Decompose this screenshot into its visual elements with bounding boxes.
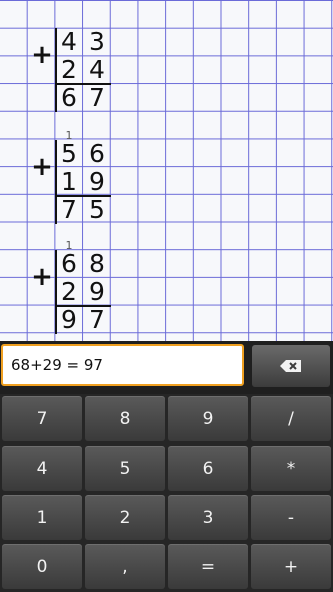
top-digit: 4 (61, 27, 77, 56)
sum-line (55, 195, 111, 197)
key-digit-2-button[interactable]: 2 (85, 495, 165, 540)
column-divider (55, 140, 57, 224)
column-divider (55, 250, 57, 334)
bottom-digit: 2 (61, 277, 77, 306)
top-digit: 8 (89, 249, 105, 278)
result-digit: 7 (89, 83, 105, 112)
key-digit-6-button[interactable]: 6 (168, 446, 248, 491)
expression-input[interactable]: 68+29 = 97 (1, 344, 244, 386)
backspace-icon (280, 360, 301, 372)
key-digit-3-button[interactable]: 3 (168, 495, 248, 540)
operator-sign: + (31, 262, 53, 292)
result-digit: 6 (61, 83, 77, 112)
top-digit: 3 (89, 27, 105, 56)
operator-sign: + (31, 40, 53, 70)
key-digit-0-button[interactable]: 0 (2, 544, 82, 589)
result-digit: 5 (89, 195, 105, 224)
input-bar: 68+29 = 97 (0, 341, 333, 394)
result-digit: 7 (61, 195, 77, 224)
bottom-digit: 9 (89, 167, 105, 196)
key-multiply-button[interactable]: * (251, 446, 331, 491)
backspace-button[interactable] (252, 345, 330, 387)
key-comma-button[interactable]: , (85, 544, 165, 589)
worksheet-grid: 4 3 2 4 6 7 +1 5 6 1 9 7 5 +1 6 8 2 9 9 7 + (0, 0, 333, 341)
key-digit-8-button[interactable]: 8 (85, 396, 165, 441)
bottom-digit: 2 (61, 55, 77, 84)
key-equals-button[interactable]: = (168, 544, 248, 589)
key-divide-button[interactable]: / (251, 396, 331, 441)
key-digit-1-button[interactable]: 1 (2, 495, 82, 540)
keypad: 7 8 9/ 4 5 6 * 1 2 3- 0, = + (0, 394, 333, 592)
key-digit-7-button[interactable]: 7 (2, 396, 82, 441)
key-digit-9-button[interactable]: 9 (168, 396, 248, 441)
bottom-digit: 4 (89, 55, 105, 84)
sum-line (55, 305, 111, 307)
top-digit: 5 (61, 139, 77, 168)
bottom-digit: 1 (61, 167, 77, 196)
operator-sign: + (31, 152, 53, 182)
key-minus-button[interactable]: - (251, 495, 331, 540)
result-digit: 9 (61, 305, 77, 334)
key-plus-button[interactable]: + (251, 544, 331, 589)
column-divider (55, 28, 57, 112)
top-digit: 6 (89, 139, 105, 168)
bottom-digit: 9 (89, 277, 105, 306)
key-digit-4-button[interactable]: 4 (2, 446, 82, 491)
sum-line (55, 83, 111, 85)
key-digit-5-button[interactable]: 5 (85, 446, 165, 491)
top-digit: 6 (61, 249, 77, 278)
result-digit: 7 (89, 305, 105, 334)
